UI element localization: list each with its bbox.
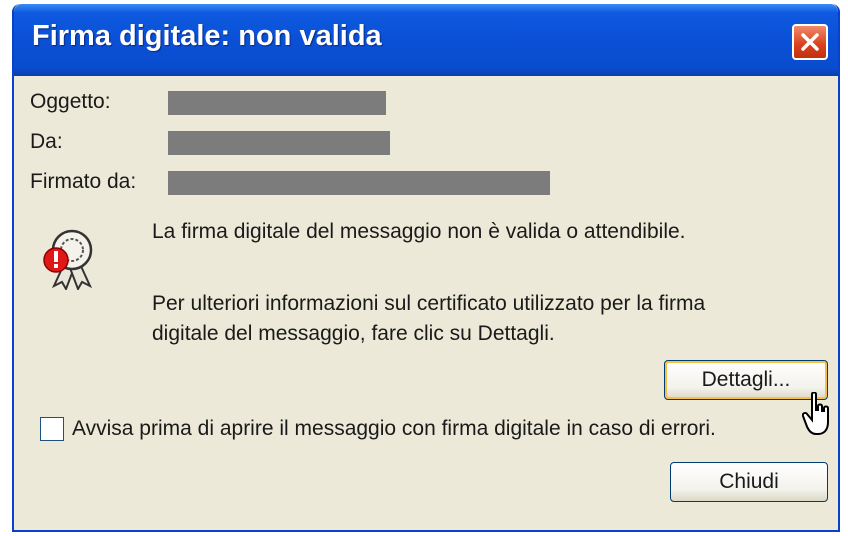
dialog-window: Firma digitale: non valida Oggetto: Da: …	[12, 4, 840, 532]
mouse-cursor-icon	[802, 392, 829, 435]
message-primary: La firma digitale del messaggio non è va…	[152, 220, 686, 243]
certificate-warning-icon	[43, 229, 93, 290]
signed-by-value-redacted	[168, 171, 550, 195]
from-label: Da:	[30, 130, 63, 153]
dialog-title: Firma digitale: non valida	[32, 20, 382, 52]
subject-value-redacted	[168, 91, 386, 115]
warn-before-open-checkbox[interactable]	[40, 417, 64, 441]
signed-by-label: Firmato da:	[30, 170, 137, 193]
warn-before-open-label[interactable]: Avvisa prima di aprire il messaggio con …	[72, 417, 716, 441]
close-icon	[801, 33, 819, 51]
close-button[interactable]	[792, 24, 828, 60]
message-secondary-line2: digitale del messaggio, fare clic su Det…	[152, 322, 555, 345]
title-bar[interactable]: Firma digitale: non valida	[14, 4, 838, 76]
subject-label: Oggetto:	[30, 90, 111, 113]
close-dialog-button[interactable]: Chiudi	[670, 462, 828, 502]
message-secondary-line1: Per ulteriori informazioni sul certifica…	[152, 292, 706, 315]
from-value-redacted	[168, 131, 390, 155]
